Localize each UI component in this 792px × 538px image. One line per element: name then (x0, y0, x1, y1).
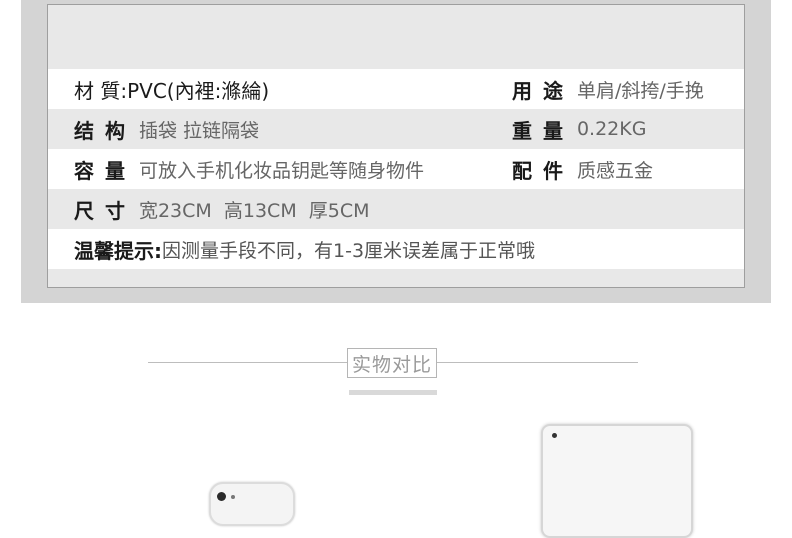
usage-value: 单肩/斜挎/手挽 (576, 79, 704, 102)
spec-row-structure: 结 构 插袋 拉链隔袋 重 量 0.22KG (48, 109, 744, 149)
size-label: 尺 寸 (74, 198, 127, 223)
flash-icon (231, 495, 235, 499)
divider-right (437, 362, 638, 363)
spec-row-capacity: 容 量 可放入手机化妆品钥匙等随身物件 配 件 质感五金 (48, 149, 744, 189)
tablet-image (541, 424, 693, 538)
weight-label: 重 量 (512, 118, 565, 143)
divider-left (148, 362, 347, 363)
spec-row-note: 温馨提示: 因测量手段不同，有1-3厘米误差属于正常哦 (48, 229, 744, 269)
structure-value: 插袋 拉链隔袋 (138, 119, 260, 142)
spec-panel: 材 質:PVC(內裡:滌綸) 用 途 单肩/斜挎/手挽 结 构 插袋 拉链隔袋 … (21, 0, 771, 303)
comparison-title: 实物对比 (347, 348, 437, 378)
comparison-underline-bar (349, 390, 437, 395)
structure-label: 结 构 (74, 118, 127, 143)
tablet-camera-icon (552, 433, 557, 438)
accessories-label: 配 件 (512, 158, 565, 183)
phone-image (209, 482, 295, 526)
note-label: 温馨提示: (74, 238, 162, 263)
usage-label: 用 途 (512, 78, 565, 103)
material-text: 材 質:PVC(內裡:滌綸) (74, 78, 270, 103)
note-value: 因测量手段不同，有1-3厘米误差属于正常哦 (162, 239, 536, 262)
spec-row-size: 尺 寸 宽23CM 高13CM 厚5CM (48, 189, 744, 229)
comparison-header: 实物对比 (148, 348, 638, 378)
spec-card: 材 質:PVC(內裡:滌綸) 用 途 单肩/斜挎/手挽 结 构 插袋 拉链隔袋 … (47, 4, 745, 288)
spec-row-material: 材 質:PVC(內裡:滌綸) 用 途 单肩/斜挎/手挽 (48, 69, 744, 109)
capacity-label: 容 量 (74, 158, 127, 183)
capacity-value: 可放入手机化妆品钥匙等随身物件 (138, 159, 424, 182)
weight-value: 0.22KG (576, 118, 647, 140)
size-value: 宽23CM 高13CM 厚5CM (138, 199, 370, 222)
accessories-value: 质感五金 (576, 159, 653, 182)
